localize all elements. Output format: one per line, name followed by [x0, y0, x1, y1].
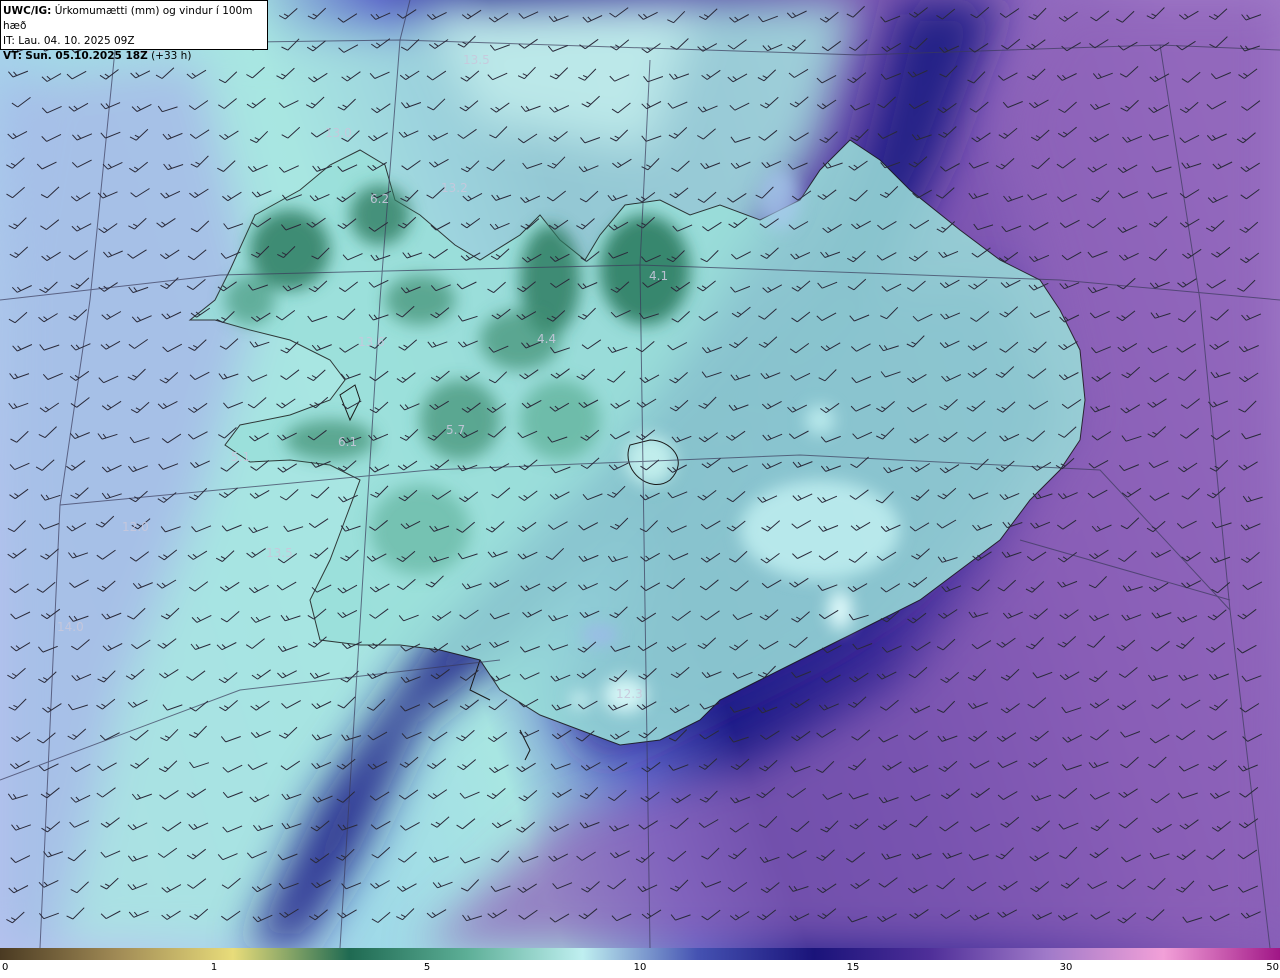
model-name: UWC/IG:: [3, 5, 52, 17]
colorbar: 0 1 5 10 15 30 50: [0, 948, 1280, 978]
precipitation-map: 12.0 13.5 13.0 13.2 6.2 4.1 4.4 13.6 5.1…: [0, 0, 1280, 948]
value-label: 13.5: [463, 53, 490, 67]
colorbar-tick: 0: [2, 962, 9, 973]
colorbar-tick: 5: [423, 962, 431, 973]
valid-time-date: Sun. 05.10.2025 18Z: [25, 50, 148, 62]
value-label: 5.1: [231, 450, 250, 464]
colorbar-tick: 50: [1266, 962, 1279, 973]
valid-time-label: VT:: [3, 50, 22, 62]
initial-time: IT: Lau. 04. 10. 2025 09Z: [3, 35, 135, 47]
map-header: UWC/IG: Úrkomumætti (mm) og vindur í 100…: [0, 0, 268, 62]
colorbar-strip: [0, 948, 1280, 960]
map-canvas: 12.0 13.5 13.0 13.2 6.2 4.1 4.4 13.6 5.1…: [0, 0, 1280, 948]
value-label: 13.6: [358, 335, 385, 349]
lead-time: (+33 h): [151, 50, 192, 62]
colorbar-tick: 10: [633, 962, 647, 973]
colorbar-tick: 15: [846, 962, 860, 973]
colorbar-tick: 30: [1059, 962, 1073, 973]
header-title-line: UWC/IG: Úrkomumætti (mm) og vindur í 100…: [3, 4, 267, 34]
valid-time-line: VT: Sun. 05.10.2025 18Z (+33 h): [3, 49, 267, 64]
value-label: 4.1: [649, 269, 668, 283]
value-label: 4.4: [537, 332, 556, 346]
value-label: 6.2: [370, 192, 389, 206]
value-label: 12.0: [122, 520, 149, 534]
colorbar-tick: 1: [210, 962, 218, 973]
value-label: 13.0: [325, 126, 352, 140]
value-label: 13.5: [266, 546, 293, 560]
value-label: 5.7: [446, 423, 465, 437]
value-label: 12.3: [616, 687, 643, 701]
value-label: 14.0: [57, 620, 84, 634]
value-label: 6.1: [338, 435, 357, 449]
value-label: 13.2: [441, 181, 468, 195]
